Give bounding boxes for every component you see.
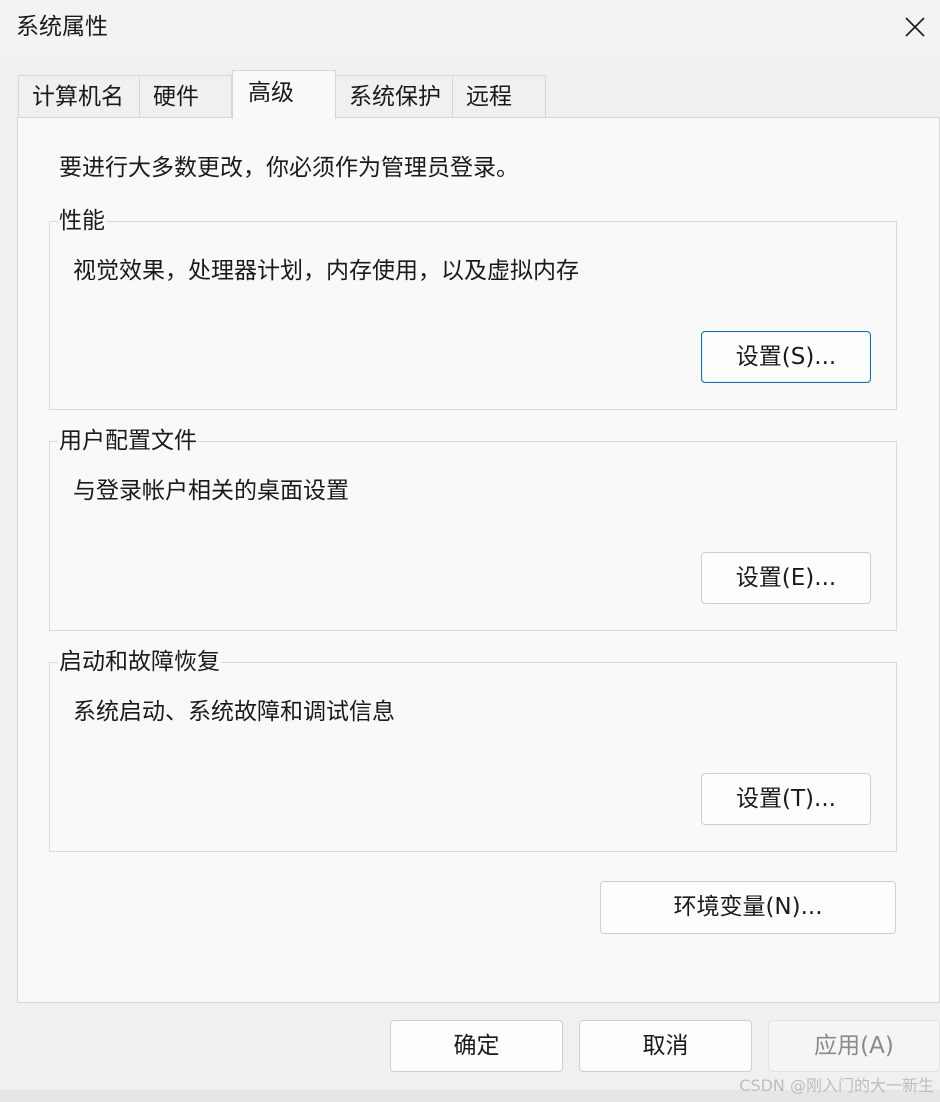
startup-recovery-settings-button[interactable]: 设置(T)... xyxy=(701,773,871,825)
advanced-tab-panel: 要进行大多数更改，你必须作为管理员登录。 性能 视觉效果，处理器计划，内存使用，… xyxy=(17,117,940,1003)
tab-remote[interactable]: 远程 xyxy=(452,75,546,117)
environment-variables-button[interactable]: 环境变量(N)... xyxy=(600,881,896,934)
cancel-button[interactable]: 取消 xyxy=(579,1020,752,1072)
close-button[interactable] xyxy=(890,0,940,54)
performance-group: 性能 视觉效果，处理器计划，内存使用，以及虚拟内存 设置(S)... xyxy=(49,206,897,410)
apply-button[interactable]: 应用(A) xyxy=(768,1020,940,1072)
ok-button[interactable]: 确定 xyxy=(390,1020,563,1072)
performance-description: 视觉效果，处理器计划，内存使用，以及虚拟内存 xyxy=(73,258,579,284)
performance-group-title: 性能 xyxy=(58,206,106,236)
tab-system-protection[interactable]: 系统保护 xyxy=(335,75,453,117)
watermark: CSDN @刚入门的大一新生 xyxy=(739,1076,934,1095)
close-icon xyxy=(905,17,925,37)
user-profiles-description: 与登录帐户相关的桌面设置 xyxy=(73,478,349,504)
startup-recovery-group-title: 启动和故障恢复 xyxy=(58,647,221,677)
performance-settings-button[interactable]: 设置(S)... xyxy=(701,331,871,383)
startup-recovery-description: 系统启动、系统故障和调试信息 xyxy=(73,699,395,725)
system-properties-window: 系统属性 计算机名 硬件 高级 系统保护 远程 要进行大多数更改，你必须作为管理… xyxy=(0,0,940,1090)
tab-computer-name[interactable]: 计算机名 xyxy=(18,75,140,117)
user-profiles-settings-button[interactable]: 设置(E)... xyxy=(701,552,871,604)
tab-advanced[interactable]: 高级 xyxy=(232,70,336,119)
admin-notice: 要进行大多数更改，你必须作为管理员登录。 xyxy=(59,155,519,181)
user-profiles-group-title: 用户配置文件 xyxy=(58,426,198,456)
tab-hardware[interactable]: 硬件 xyxy=(139,75,232,117)
window-title: 系统属性 xyxy=(16,14,108,40)
user-profiles-group: 用户配置文件 与登录帐户相关的桌面设置 设置(E)... xyxy=(49,426,897,631)
title-bar: 系统属性 xyxy=(0,0,940,56)
startup-recovery-group: 启动和故障恢复 系统启动、系统故障和调试信息 设置(T)... xyxy=(49,647,897,852)
